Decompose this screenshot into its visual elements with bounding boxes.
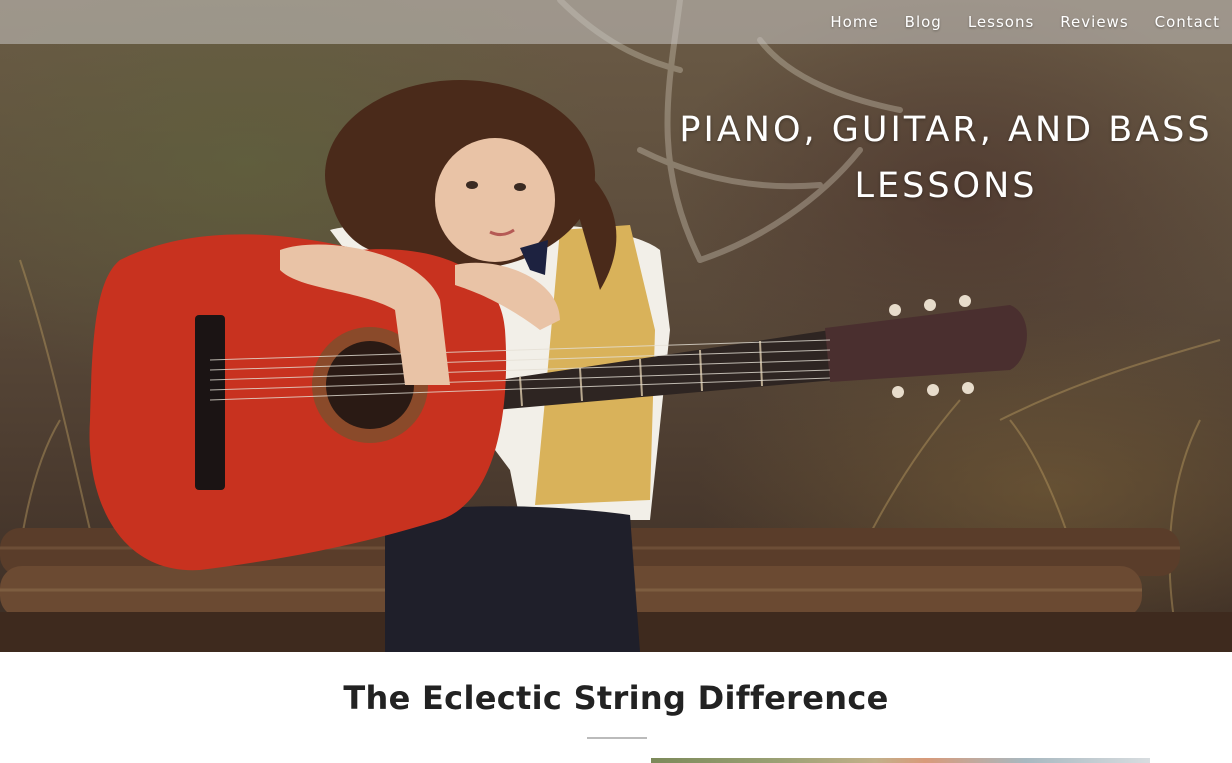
hero-banner: Home Blog Lessons Reviews Contact PIANO,… bbox=[0, 0, 1232, 652]
nav-menu: Home Blog Lessons Reviews Contact bbox=[804, 0, 1220, 44]
hero-photo bbox=[0, 0, 1232, 652]
section-divider bbox=[587, 737, 647, 739]
hero-title: PIANO, GUITAR, AND BASS LESSONS bbox=[679, 110, 1213, 206]
nav-item-lessons[interactable]: Lessons bbox=[968, 13, 1034, 31]
section-image bbox=[651, 758, 1150, 763]
difference-section: The Eclectic String Difference bbox=[0, 652, 1232, 763]
top-navigation: Home Blog Lessons Reviews Contact bbox=[0, 0, 1232, 44]
nav-item-reviews[interactable]: Reviews bbox=[1060, 13, 1128, 31]
nav-item-blog[interactable]: Blog bbox=[905, 13, 942, 31]
nav-item-home[interactable]: Home bbox=[830, 13, 878, 31]
nav-item-contact[interactable]: Contact bbox=[1155, 13, 1220, 31]
section-title: The Eclectic String Difference bbox=[343, 679, 889, 717]
